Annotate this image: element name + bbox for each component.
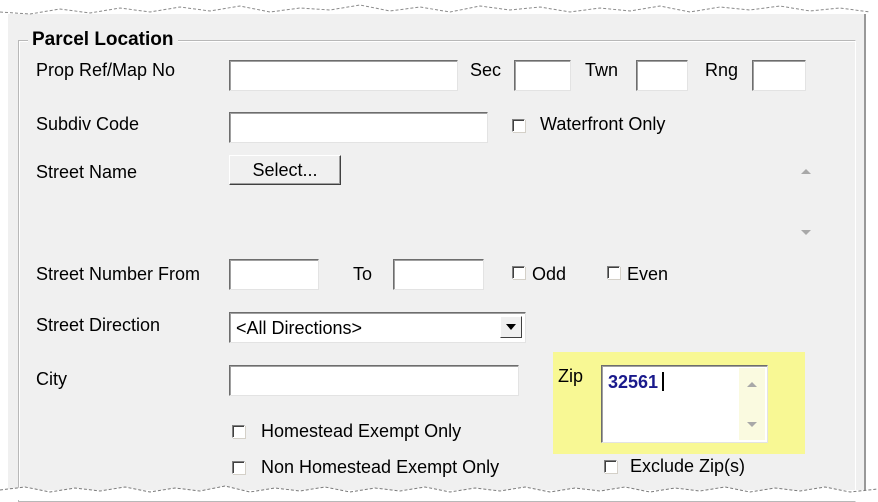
rng-label: Rng (705, 60, 739, 80)
street-list-scrollbar[interactable] (791, 152, 821, 244)
zip-scrollbar[interactable] (739, 368, 765, 440)
non-homestead-checkbox[interactable] (232, 461, 245, 474)
twn-input[interactable] (636, 60, 688, 91)
scroll-up-icon[interactable] (801, 169, 811, 174)
to-label: To (353, 264, 373, 284)
exclude-zip-checkbox[interactable] (604, 460, 617, 473)
zip-scroll-up-icon[interactable] (747, 382, 757, 387)
zip-label: Zip (558, 366, 584, 386)
waterfront-checkbox[interactable] (512, 119, 525, 132)
select-street-button[interactable]: Select... (229, 155, 341, 185)
rng-input[interactable] (752, 60, 806, 91)
prop-ref-input[interactable] (229, 60, 458, 91)
city-input[interactable] (229, 365, 519, 396)
even-label: Even (627, 264, 669, 284)
torn-edge-bottom (0, 485, 878, 500)
homestead-label: Homestead Exempt Only (261, 421, 462, 441)
prop-ref-label: Prop Ref/Map No (36, 60, 176, 80)
non-homestead-label: Non Homestead Exempt Only (261, 457, 500, 477)
waterfront-label: Waterfront Only (540, 114, 666, 134)
street-number-from-label: Street Number From (36, 264, 201, 284)
sec-input[interactable] (514, 60, 571, 91)
zip-textarea[interactable]: 32561 (601, 365, 768, 443)
zip-value: 32561 (608, 372, 659, 392)
street-name-label: Street Name (36, 162, 138, 182)
street-direction-value: <All Directions> (236, 318, 363, 338)
text-caret (662, 372, 664, 391)
torn-edge-top (0, 0, 878, 15)
city-label: City (36, 369, 67, 389)
odd-checkbox[interactable] (512, 266, 525, 279)
subdiv-input[interactable] (229, 112, 488, 143)
twn-label: Twn (585, 60, 619, 80)
subdiv-label: Subdiv Code (36, 114, 140, 134)
sec-label: Sec (470, 60, 502, 80)
scroll-down-icon[interactable] (801, 230, 811, 235)
odd-label: Odd (532, 264, 567, 284)
street-number-from-input[interactable] (229, 259, 319, 290)
dropdown-button[interactable] (500, 316, 522, 338)
even-checkbox[interactable] (607, 266, 620, 279)
exclude-zip-label: Exclude Zip(s) (630, 456, 746, 476)
zip-scroll-down-icon[interactable] (747, 422, 757, 427)
street-direction-label: Street Direction (36, 315, 161, 335)
group-title: Parcel Location (28, 29, 178, 51)
street-number-to-input[interactable] (393, 259, 484, 290)
homestead-checkbox[interactable] (232, 425, 245, 438)
chevron-down-icon (506, 324, 516, 330)
street-direction-select[interactable]: <All Directions> (229, 312, 526, 343)
